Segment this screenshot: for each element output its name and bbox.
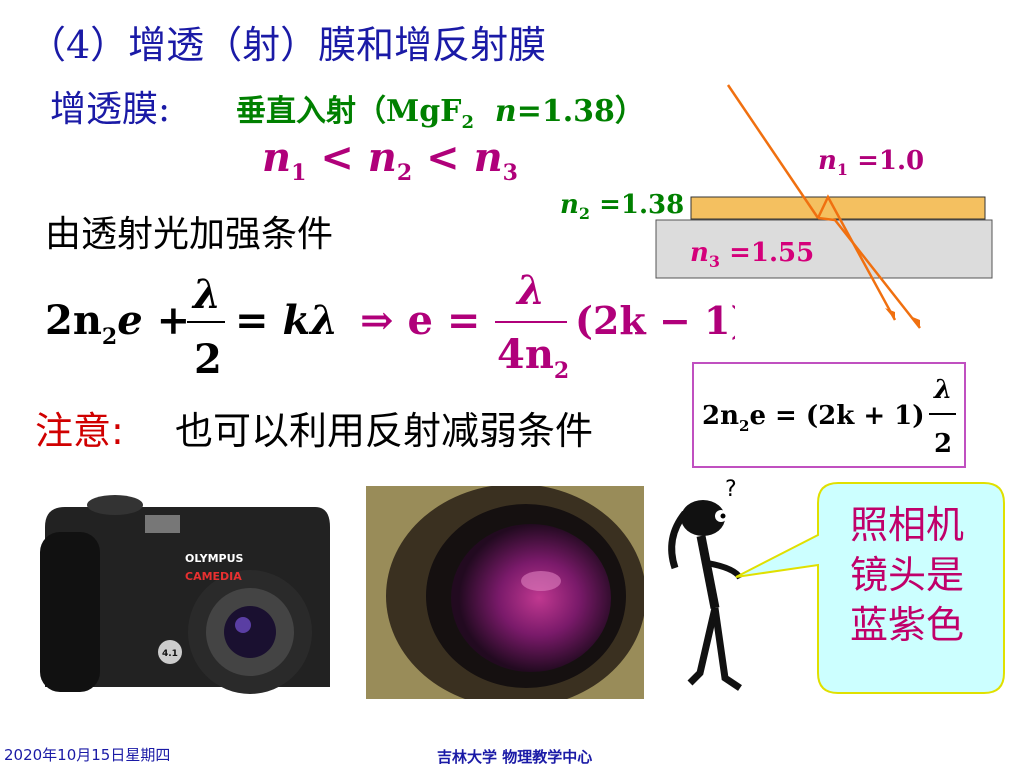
reflection-formula-lambda: λ <box>933 375 952 405</box>
formula-rhs-lambda: λ <box>515 268 545 314</box>
camera-photo: OLYMPUS CAMEDIA 4.1 <box>35 487 335 702</box>
lens-glass <box>451 524 611 672</box>
ineq-n1: n <box>262 134 292 181</box>
ineq-lt1: < <box>306 134 368 181</box>
ineq-lt2: < <box>412 134 474 181</box>
n2-label: n2 =1.38 <box>560 190 685 224</box>
n3-label: n3 =1.55 <box>690 238 815 272</box>
reflection-formula-main: 2n2e = (2k + 1) <box>702 401 925 435</box>
reflection-formula-two: 2 <box>934 429 952 459</box>
bubble-line-3: 蓝紫色 <box>850 603 965 647</box>
formula-eq-k: = kλ <box>235 297 338 344</box>
reflection-formula-box: 2n2e = (2k + 1) λ 2 <box>692 362 966 468</box>
ineq-sub1: 1 <box>291 160 307 186</box>
lens-photo <box>366 486 644 699</box>
ineq-sub2: 2 <box>396 160 413 186</box>
ineq-n2: n <box>367 134 397 181</box>
ineq-sub3: 3 <box>502 160 518 186</box>
formula-lhs: 2n2e + <box>45 297 190 350</box>
formula-lambda: λ <box>191 271 221 318</box>
coating-detail-prefix: 垂直入射（MgF <box>236 94 462 129</box>
coating-label: 增透膜: <box>50 89 171 130</box>
formula-two: 2 <box>194 336 222 383</box>
camera-model: CAMEDIA <box>185 570 242 583</box>
condition-text: 由透射光加强条件 <box>45 214 334 255</box>
slide-title: （4）增透（射）膜和增反射膜 <box>28 23 547 67</box>
reflection-formula: 2n2e = (2k + 1) λ 2 <box>702 375 956 459</box>
footer-date: 2020年10月15日星期四 <box>4 746 171 764</box>
coating-detail-sub: 2 <box>461 112 475 133</box>
footer-org: 吉林大学 物理教学中心 <box>437 748 593 766</box>
bubble-text: 照相机 镜头是 蓝紫色 <box>850 500 990 650</box>
bubble-line-2: 镜头是 <box>850 553 965 597</box>
coating-detail-n: n <box>494 94 517 129</box>
ineq-n3: n <box>473 134 503 181</box>
bubble-line-1: 照相机 <box>850 503 965 547</box>
camera-badge: 4.1 <box>162 649 178 659</box>
formula-implies: ⇒ e = <box>360 297 480 344</box>
n1-label: n1 =1.0 <box>818 146 925 180</box>
note-label: 注意: <box>35 409 124 453</box>
index-inequality: n1 < n2 < n3 <box>262 134 518 186</box>
note-text: 也可以利用反射减弱条件 <box>175 409 594 453</box>
camera-brand: OLYMPUS <box>185 552 244 565</box>
